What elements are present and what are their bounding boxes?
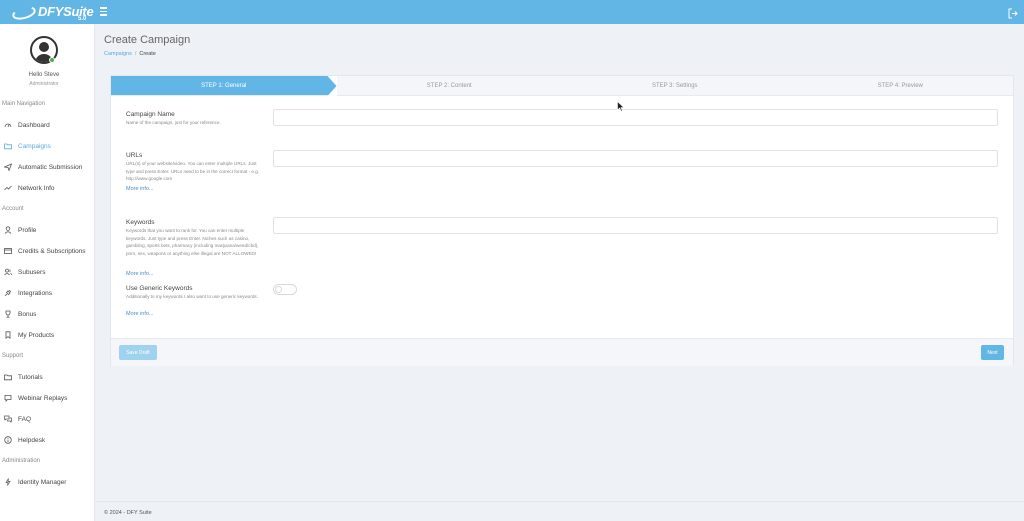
folder-icon xyxy=(4,142,12,150)
breadcrumb-separator: / xyxy=(134,51,137,57)
sidebar-item-label: Bonus xyxy=(18,310,37,318)
sidebar-item-my-products[interactable]: My Products xyxy=(0,326,94,344)
card-footer: Save Draft Next xyxy=(111,338,1013,366)
sidebar-item-label: FAQ xyxy=(18,415,32,423)
chat-bubbles-icon xyxy=(4,415,12,423)
campaign-name-label: Campaign Name xyxy=(126,111,175,118)
step-preview-tab[interactable]: STEP 4: Preview xyxy=(787,76,1013,96)
breadcrumb-campaigns-link[interactable]: Campaigns xyxy=(104,51,132,57)
sidebar-item-label: Webinar Replays xyxy=(18,394,68,402)
generic-keywords-toggle[interactable] xyxy=(273,284,297,295)
trophy-icon xyxy=(4,310,12,318)
sidebar-item-label: Integrations xyxy=(18,289,52,297)
sidebar-item-label: Helpdesk xyxy=(18,436,46,444)
sidebar-item-label: Subusers xyxy=(18,268,46,276)
urls-input[interactable] xyxy=(273,150,998,167)
section-administration: Administration xyxy=(2,458,41,464)
sidebar-item-tutorials[interactable]: Tutorials xyxy=(0,368,94,386)
logo-version: 5.0 xyxy=(78,16,87,22)
next-button[interactable]: Next xyxy=(981,345,1004,360)
sidebar-item-label: Campaigns xyxy=(18,142,51,150)
page-footer: © 2024 - DFY Suite xyxy=(96,501,1024,521)
keywords-input[interactable] xyxy=(273,217,998,234)
sidebar-item-bonus[interactable]: Bonus xyxy=(0,305,94,323)
app-logo[interactable]: DFYSuite 5.0 xyxy=(10,3,95,22)
sidebar-item-label: Identity Manager xyxy=(18,478,67,486)
sidebar-item-integrations[interactable]: Integrations xyxy=(0,284,94,302)
sidebar: Hello Steve Administrator Main Navigatio… xyxy=(0,24,95,521)
section-support: Support xyxy=(2,353,24,359)
sidebar-item-profile[interactable]: Profile xyxy=(0,221,94,239)
sidebar-item-label: Tutorials xyxy=(18,373,43,381)
bolt-icon xyxy=(4,478,12,486)
urls-more-info-link[interactable]: More info... xyxy=(126,186,154,192)
info-icon xyxy=(4,436,12,444)
generic-keywords-help: Additionally to my keywords I also want … xyxy=(126,294,259,299)
campaign-name-help: Name of the campaign, just for your refe… xyxy=(126,120,221,125)
keywords-label: Keywords xyxy=(126,219,155,226)
online-status-dot xyxy=(49,57,55,63)
sidebar-item-label: Automatic Submission xyxy=(18,163,83,171)
wizard-steps: STEP 1: General STEP 2: Content STEP 3: … xyxy=(111,76,1013,96)
top-bar: DFYSuite 5.0 xyxy=(0,0,1024,24)
sidebar-item-automatic-submission[interactable]: Automatic Submission xyxy=(0,158,94,176)
folder-open-icon xyxy=(4,373,12,381)
section-account: Account xyxy=(2,206,24,212)
step-general-tab[interactable]: STEP 1: General xyxy=(111,76,337,96)
bookmark-icon xyxy=(4,331,12,339)
campaign-name-input[interactable] xyxy=(273,109,998,126)
user-greeting: Hello Steve xyxy=(28,72,60,78)
urls-help: URL(s) of your website/video. You can en… xyxy=(126,161,260,181)
trend-icon xyxy=(4,184,12,192)
toggle-knob xyxy=(275,286,282,293)
campaign-wizard-card: STEP 1: General STEP 2: Content STEP 3: … xyxy=(110,75,1014,366)
sidebar-item-credits[interactable]: Credits & Subscriptions xyxy=(0,242,94,260)
generic-keywords-more-info-link[interactable]: More info... xyxy=(126,311,154,317)
sidebar-item-identity-manager[interactable]: Identity Manager xyxy=(0,473,94,491)
generic-keywords-label: Use Generic Keywords xyxy=(126,285,193,292)
sidebar-item-dashboard[interactable]: Dashboard xyxy=(0,116,94,134)
logo-swoosh-icon xyxy=(10,4,38,22)
plug-icon xyxy=(4,289,12,297)
sidebar-item-webinar-replays[interactable]: Webinar Replays xyxy=(0,389,94,407)
credit-card-icon xyxy=(4,247,12,255)
sidebar-item-label: Credits & Subscriptions xyxy=(18,247,86,255)
users-icon xyxy=(4,268,12,276)
step-content-tab[interactable]: STEP 2: Content xyxy=(336,76,562,96)
keywords-help: Keywords that you want to rank for. You … xyxy=(126,228,259,256)
sidebar-item-label: Profile xyxy=(18,226,37,234)
mouse-cursor-icon xyxy=(617,99,625,112)
sidebar-item-campaigns[interactable]: Campaigns xyxy=(0,137,94,155)
sidebar-item-network-info[interactable]: Network Info xyxy=(0,179,94,197)
sidebar-item-helpdesk[interactable]: Helpdesk xyxy=(0,431,94,449)
send-icon xyxy=(4,163,12,171)
breadcrumb-current: Create xyxy=(139,51,156,57)
urls-label: URLs xyxy=(126,152,143,159)
sidebar-item-label: Dashboard xyxy=(18,121,50,129)
sidebar-item-subusers[interactable]: Subusers xyxy=(0,263,94,281)
page-title: Create Campaign xyxy=(104,34,191,46)
breadcrumb: Campaigns / Create xyxy=(104,51,156,57)
section-main-navigation: Main Navigation xyxy=(2,101,46,107)
user-role: Administrator xyxy=(29,81,59,87)
step-settings-tab[interactable]: STEP 3: Settings xyxy=(562,76,788,96)
logout-icon[interactable] xyxy=(1008,6,1018,19)
copyright-text: © 2024 - DFY Suite xyxy=(104,510,152,516)
user-icon xyxy=(4,226,12,234)
sidebar-item-faq[interactable]: FAQ xyxy=(0,410,94,428)
save-draft-button[interactable]: Save Draft xyxy=(119,345,157,360)
menu-toggle-icon[interactable] xyxy=(100,5,110,19)
dashboard-icon xyxy=(4,121,12,129)
keywords-more-info-link[interactable]: More info... xyxy=(126,271,154,277)
sidebar-item-label: My Products xyxy=(18,331,55,339)
chat-icon xyxy=(4,394,12,402)
sidebar-item-label: Network Info xyxy=(18,184,55,192)
